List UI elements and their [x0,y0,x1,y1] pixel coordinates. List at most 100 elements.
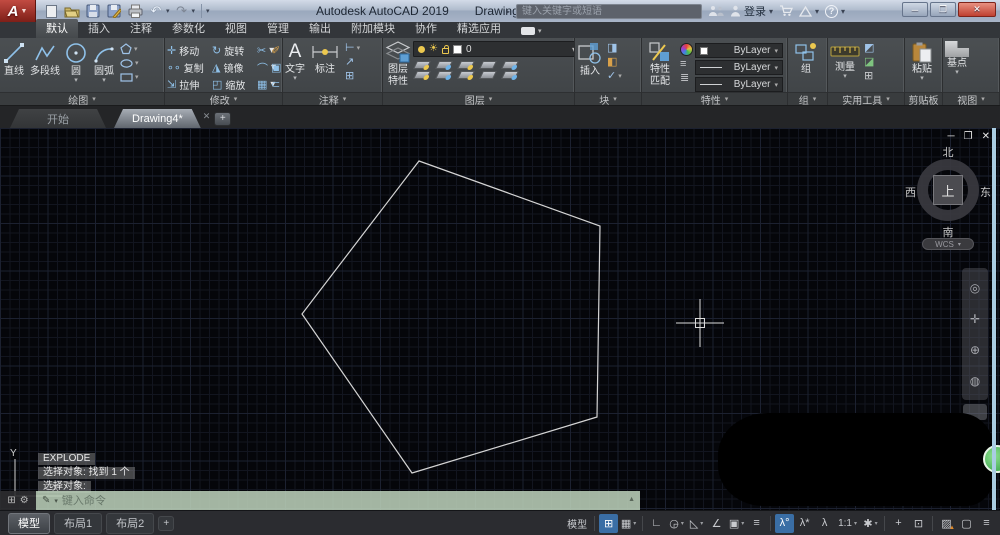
layer-thaw-all-icon[interactable] [457,71,475,79]
circle-button[interactable]: 圆▾ [62,40,90,85]
panel-label-group[interactable]: 组▾ [788,92,827,105]
linetype-list-icon[interactable]: ≣ [680,73,693,84]
isodraft-icon[interactable]: ◺▾ [687,514,706,533]
layout-tab-layout1[interactable]: 布局1 [54,513,102,534]
minimize-button[interactable]: ─ [902,2,928,17]
linetype-dropdown[interactable]: ByLayer ▾ [695,77,783,92]
stretch-button[interactable]: ⇲拉伸 [167,77,212,92]
rectangle-button[interactable]: ▾ [120,72,139,83]
zoom-icon[interactable]: ⊕ [970,343,980,357]
exchange-apps-icon[interactable] [708,5,724,17]
dimension-button[interactable]: 标注 [307,40,343,76]
measure-button[interactable]: 测量▾ [828,40,862,81]
viewcube-north[interactable]: 北 [908,144,988,160]
edit-block-button[interactable]: ◧ [607,57,622,68]
recent-commands-icon[interactable]: ✎ [42,495,50,506]
sign-in-button[interactable]: 登录 ▾ [730,3,773,19]
save-icon[interactable] [84,3,102,19]
layer-unisolate-icon[interactable] [435,71,453,79]
move-button[interactable]: ✛移动 [167,43,212,58]
panel-label-draw[interactable]: 绘图▾ [0,92,164,105]
layer-match-icon[interactable] [501,61,519,69]
snap-mode-icon[interactable]: ▦▾ [619,514,638,533]
group-button[interactable]: 组 [788,40,824,76]
tab-featured-apps[interactable]: 精选应用 [447,19,511,38]
annotation-autoscale-icon[interactable]: λ* [795,514,814,533]
recent-commands-caret-icon[interactable]: ▾ [54,497,58,505]
command-grip-icon[interactable]: ⊞ [7,495,15,506]
layout-tab-layout2[interactable]: 布局2 [106,513,154,534]
text-button[interactable]: A 文字▾ [283,40,307,83]
viewcube-east[interactable]: 东 [980,184,991,200]
array-button[interactable]: ▦▾ [257,78,271,91]
model-space-toggle[interactable]: 模型 [564,514,590,533]
application-menu-button[interactable]: A ▼ [0,0,36,22]
quick-select-button[interactable]: ◩ [864,43,874,54]
save-as-icon[interactable] [105,3,123,19]
polyline-button[interactable]: 多段线 [28,40,62,78]
layer-walk-icon[interactable] [501,71,519,79]
alerts-icon[interactable]: ▾ [799,6,819,17]
tab-default[interactable]: 默认 [36,19,78,38]
ribbon-display-toggle[interactable]: ▾ [521,27,542,38]
pan-icon[interactable]: ✛ [970,312,980,326]
polar-tracking-icon[interactable]: ◶▾ [667,514,686,533]
workspace-switching-icon[interactable]: ✱▾ [861,514,880,533]
help-button[interactable]: ? ▾ [825,5,845,18]
polygon-button[interactable]: ▾ [120,43,139,55]
layer-on-all-icon[interactable] [413,71,431,79]
edit-attributes-button[interactable]: ✓▾ [607,71,622,82]
panel-label-block[interactable]: 块▾ [575,92,641,105]
command-customize-icon[interactable]: ⚙ [20,495,29,506]
wcs-dropdown[interactable]: WCS ▾ [922,238,974,250]
app-store-cart-icon[interactable] [779,5,793,17]
plot-icon[interactable] [126,3,144,19]
annotation-visibility-icon[interactable]: λ° [775,514,794,533]
command-expand-icon[interactable]: ▲ [628,496,635,503]
layout-tab-model[interactable]: 模型 [8,513,50,534]
undo-icon[interactable]: ↶ [147,3,165,19]
copy-button[interactable]: ∘∘复制 [167,60,212,75]
new-drawing-tab-button[interactable]: + [214,112,231,126]
new-layout-button[interactable]: + [158,516,174,531]
object-snap-tracking-icon[interactable]: ∠ [707,514,726,533]
panel-label-properties[interactable]: 特性▾ [642,92,787,105]
layer-off-icon[interactable] [413,61,431,69]
layer-unlock-all-icon[interactable] [479,71,497,79]
table-button[interactable]: ⊞ [345,71,360,82]
layer-properties-button[interactable]: 图层 特性 [383,40,413,88]
layer-freeze-icon[interactable] [457,61,475,69]
undo-caret-icon[interactable]: ▾ [166,7,170,15]
drawing-tab[interactable]: Drawing4* [114,109,201,128]
tab-parametric[interactable]: 参数化 [162,19,215,38]
tab-annotate[interactable]: 注释 [120,19,162,38]
arc-button[interactable]: 圆弧▾ [90,40,118,85]
trim-button[interactable]: ✂▾ [257,44,271,57]
search-expand-icon[interactable]: ▸ [506,7,510,16]
insert-block-button[interactable]: 插入 [575,40,605,78]
base-point-button[interactable]: 基点▾ [943,40,971,77]
object-snap-icon[interactable]: ▣▾ [727,514,746,533]
clean-screen-icon[interactable]: ▢ [957,514,976,533]
command-input-area[interactable]: ✎ ▾ ▲ [36,491,640,510]
command-input[interactable] [62,495,634,507]
annotation-scale-icon[interactable]: λ [815,514,834,533]
tab-output[interactable]: 输出 [299,19,341,38]
navigation-bar[interactable]: ◎ ✛ ⊕ ◍ [962,268,988,400]
multileader-button[interactable]: ↗ [345,57,360,68]
explode-button[interactable]: ⊂ [271,78,282,91]
crosshair-plus-icon[interactable]: + [889,514,908,533]
calculator-button[interactable]: ⊞ [864,71,874,82]
start-tab[interactable]: 开始 [10,109,106,128]
close-button[interactable]: ✕ [958,2,996,17]
doc-close-icon[interactable]: ✕ [982,131,990,142]
object-color-dropdown[interactable]: ByLayer ▾ [695,43,783,58]
panel-label-layers[interactable]: 图层▾ [383,92,574,105]
help-search-input[interactable] [516,4,702,19]
mirror-button[interactable]: ◮镜像 [212,60,257,75]
tab-manage[interactable]: 管理 [257,19,299,38]
orbit-icon[interactable]: ◍ [970,374,980,388]
open-file-icon[interactable] [63,3,81,19]
tab-view[interactable]: 视图 [215,19,257,38]
layer-isolate-icon[interactable] [435,61,453,69]
